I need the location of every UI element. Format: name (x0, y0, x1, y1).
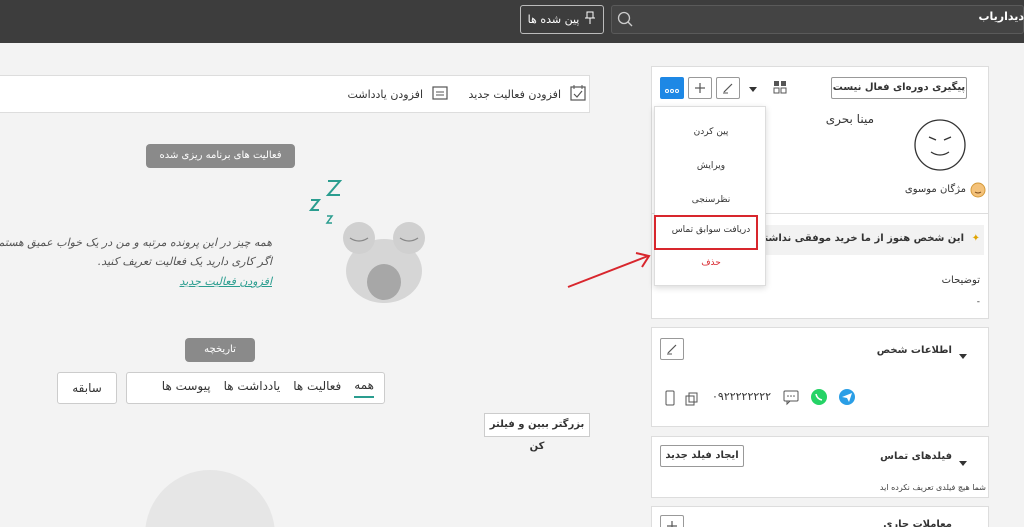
edit-button[interactable] (716, 77, 740, 99)
whatsapp-icon[interactable] (810, 388, 828, 410)
add-deal-button[interactable] (660, 515, 684, 527)
more-dots-icon (665, 79, 679, 98)
empty-state-line2: اگر کاری دارید یک فعالیت تعریف کنید. (97, 255, 272, 268)
contact-fields-card: فیلدهای تماس ایجاد فیلد جدید شما هیچ فیل… (651, 436, 989, 498)
avatar (912, 117, 968, 177)
pinned-label: پین شده ها (527, 13, 580, 26)
history-pill: تاریخچه (185, 338, 255, 362)
plus-icon (694, 79, 706, 98)
no-fields-text: شما هیچ فیلدی تعریف نکرده اید (879, 483, 986, 492)
pinned-button[interactable]: پین شده ها (520, 5, 604, 34)
more-options-button[interactable] (660, 77, 684, 99)
pencil-icon (666, 340, 678, 359)
plus-icon (666, 517, 678, 527)
deals-card: معاملات جاری (651, 506, 989, 527)
chevron-down-icon[interactable] (747, 80, 759, 99)
contact-fields-title: فیلدهای تماس (880, 451, 952, 462)
add-activity-label: افزودن فعالیت جدید (468, 88, 561, 101)
description-label: توضیحات (941, 275, 980, 286)
edit-person-info-button[interactable] (660, 338, 684, 360)
pin-icon (584, 11, 596, 28)
tab-all[interactable]: همه (354, 378, 374, 398)
person-info-card: اطلاعات شخص ۰۹۲۲۲۲۲۲۲۲ (651, 327, 989, 427)
note-icon (431, 84, 449, 105)
sms-icon[interactable] (782, 388, 800, 410)
menu-item-pin[interactable]: پین کردن (655, 127, 767, 137)
sleeping-mascot-image (334, 216, 434, 310)
tab-attachments[interactable]: پیوست ها (162, 379, 211, 397)
copy-icon[interactable] (685, 391, 699, 410)
add-activity-link[interactable]: افزودن فعالیت جدید (0, 272, 272, 292)
enlarge-filter-button[interactable]: بزرگتر ببین و فیلتر کن (484, 413, 590, 452)
new-field-button[interactable]: ایجاد فیلد جدید (660, 445, 744, 467)
activity-toolbar: افزودن فعالیت جدید افزودن یادداشت (0, 75, 590, 113)
mobile-phone-icon (665, 390, 675, 410)
tab-activities[interactable]: فعالیت ها (293, 379, 341, 397)
history-tabs: همه فعالیت ها یادداشت ها پیوست ها (126, 372, 385, 404)
collapse-chevron-icon[interactable] (958, 453, 968, 472)
person-info-title: اطلاعات شخص (876, 345, 952, 356)
add-activity-button[interactable]: افزودن فعالیت جدید (469, 84, 587, 105)
sparkle-icon: ✦ (971, 233, 980, 244)
search-input[interactable] (611, 5, 1024, 34)
collapse-chevron-icon[interactable] (958, 346, 968, 365)
owner-name: مژگان موسوی (904, 184, 966, 195)
telegram-icon[interactable] (838, 388, 856, 410)
tab-notes[interactable]: یادداشت ها (224, 379, 281, 397)
deals-title: معاملات جاری (883, 519, 952, 527)
pencil-icon (722, 79, 734, 98)
followup-stage-button[interactable]: پیگیری دوره‌ای فعال نیست (831, 77, 967, 99)
calendar-check-icon (569, 84, 587, 105)
add-note-label: افزودن یادداشت (347, 88, 423, 101)
add-button[interactable] (688, 77, 712, 99)
history-previous-button[interactable]: سابقه (57, 372, 117, 404)
annotation-highlight-box (654, 215, 758, 250)
planned-activities-pill: فعالیت های برنامه ریزی شده (146, 144, 295, 168)
menu-item-survey[interactable]: نظرسنجی (655, 195, 767, 205)
menu-item-delete[interactable]: حذف (655, 258, 767, 268)
phone-number: ۰۹۲۲۲۲۲۲۲۲ (712, 390, 772, 403)
menu-item-edit[interactable]: ویرایش (655, 161, 767, 171)
search-icon[interactable] (616, 10, 634, 28)
person-name: مینا بحری (825, 112, 874, 126)
brand-logo-text: دیداریاب (978, 10, 1024, 23)
empty-state-line1: همه چیز در این پرونده مرتبه و من در یک خ… (0, 236, 272, 249)
annotation-arrow (566, 250, 652, 294)
owner-avatar-icon (970, 182, 986, 202)
add-note-button[interactable]: افزودن یادداشت (348, 84, 449, 105)
grid-view-icon[interactable] (773, 79, 787, 98)
description-value: - (976, 297, 980, 307)
bottom-illustration (145, 470, 275, 527)
more-options-menu: پین کردن ویرایش نظرسنجی دریافت سوابق تما… (654, 106, 766, 286)
